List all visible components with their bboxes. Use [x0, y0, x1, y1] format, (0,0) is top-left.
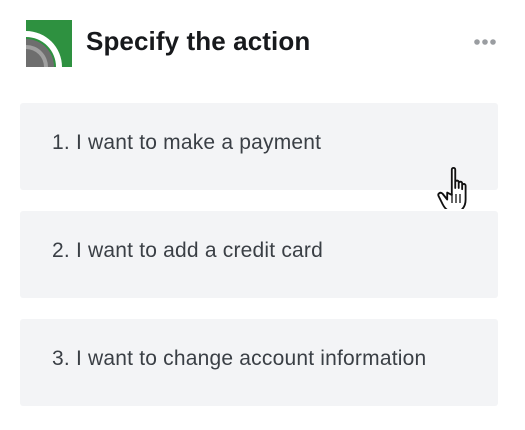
option-label: 3. I want to change account information	[52, 347, 427, 370]
action-options-list: 1. I want to make a payment 2. I want to…	[20, 103, 498, 427]
option-label: 1. I want to make a payment	[52, 131, 322, 154]
more-horizontal-icon	[474, 39, 496, 45]
more-options-button[interactable]	[470, 30, 500, 54]
road-logo-icon	[26, 20, 72, 67]
page-title: Specify the action	[86, 26, 311, 56]
option-change-account-information[interactable]: 3. I want to change account information	[20, 319, 498, 406]
header: Specify the action	[26, 20, 498, 67]
option-make-payment[interactable]: 1. I want to make a payment	[20, 103, 498, 190]
option-add-credit-card[interactable]: 2. I want to add a credit card	[20, 211, 498, 298]
option-label: 2. I want to add a credit card	[52, 239, 323, 262]
